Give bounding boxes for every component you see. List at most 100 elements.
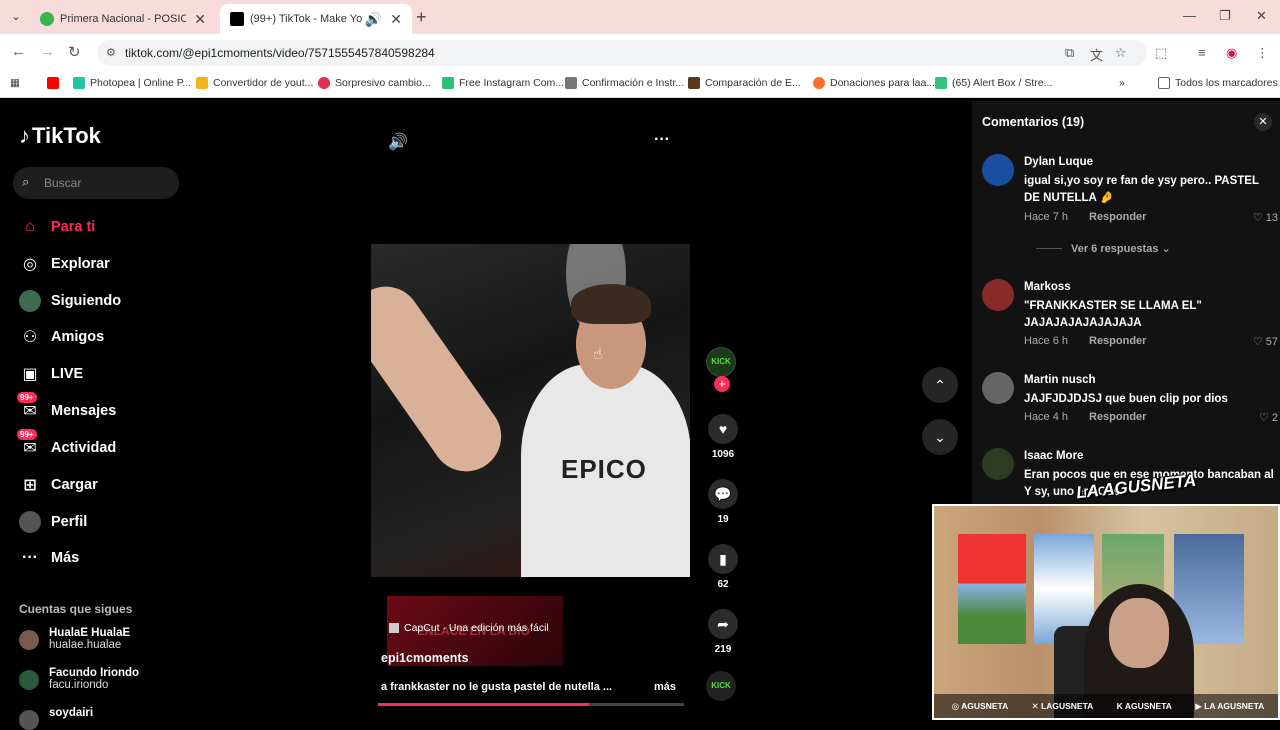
- site-info-icon[interactable]: ⚙: [106, 46, 116, 59]
- apps-grid-icon[interactable]: ▦: [10, 77, 20, 89]
- close-icon[interactable]: ✕: [1254, 113, 1272, 131]
- bookmark-item[interactable]: Sorpresivo cambio...: [318, 77, 431, 89]
- next-video-button[interactable]: ⌄: [922, 419, 958, 455]
- sidebar-item-siguiendo[interactable]: Siguiendo: [19, 289, 121, 313]
- comment-author[interactable]: Dylan Luque: [1024, 156, 1093, 168]
- creator-avatar[interactable]: KICK: [706, 347, 736, 377]
- volume-icon[interactable]: 🔊: [388, 132, 408, 152]
- previous-video-button[interactable]: ⌃: [922, 367, 958, 403]
- save-button[interactable]: ▮ 62: [706, 544, 740, 590]
- tiktok-logo[interactable]: ♪ TikTok: [19, 123, 101, 149]
- bookmark-item[interactable]: (65) Alert Box / Stre...: [935, 77, 1052, 89]
- comment-count: 19: [717, 514, 729, 525]
- save-count: 62: [717, 579, 729, 590]
- comment-like-count: 13: [1265, 212, 1278, 224]
- video-caption: a frankkaster no le gusta pastel de nute…: [381, 681, 613, 693]
- avatar[interactable]: [982, 279, 1014, 311]
- comment-author[interactable]: Isaac More: [1024, 450, 1083, 462]
- media-icon[interactable]: ≡: [1198, 45, 1206, 60]
- browser-tab-active[interactable]: (99+) TikTok - Make Your Da 🔊 ✕: [220, 4, 412, 34]
- sidebar-item-actividad[interactable]: ✉ 99+ Actividad: [17, 429, 116, 460]
- more-bookmarks-icon[interactable]: »: [1119, 77, 1125, 89]
- followed-account[interactable]: HualaE HualaE hualae.hualae: [19, 627, 130, 651]
- sidebar-item-amigos[interactable]: ⚇ Amigos: [19, 325, 104, 349]
- close-tab-icon[interactable]: ✕: [390, 11, 402, 28]
- followed-account[interactable]: soydairi: [19, 707, 93, 730]
- like-button[interactable]: ♥ 1096: [706, 414, 740, 460]
- avatar: [19, 630, 39, 650]
- music-disc-icon[interactable]: KICK: [706, 671, 736, 701]
- reload-icon[interactable]: ↻: [68, 43, 81, 61]
- sidebar-item-explorar[interactable]: ◎ Explorar: [19, 252, 110, 276]
- sidebar-item-cargar[interactable]: ⊞ Cargar: [19, 473, 98, 497]
- avatar[interactable]: [982, 448, 1014, 480]
- sidebar-item-mensajes[interactable]: ✉ 99+ Mensajes: [17, 392, 116, 423]
- sidebar-item-mas[interactable]: ··· Más: [19, 546, 79, 570]
- forward-icon[interactable]: →: [40, 43, 55, 60]
- bookmark-item[interactable]: Free Instagram Com...: [442, 77, 564, 89]
- video-player[interactable]: EPICO ☝: [371, 244, 690, 577]
- bookmark-item[interactable]: Photopea | Online P...: [73, 77, 191, 89]
- maximize-icon[interactable]: ❐: [1219, 8, 1231, 24]
- close-window-icon[interactable]: ✕: [1256, 8, 1267, 24]
- avatar[interactable]: [982, 372, 1014, 404]
- bookmark-label: Convertidor de yout...: [213, 77, 314, 89]
- youtube-bookmark[interactable]: [47, 77, 64, 89]
- followed-account[interactable]: Facundo Iriondo facu.iriondo: [19, 667, 139, 691]
- video-progress-bar[interactable]: [378, 703, 684, 706]
- reply-button[interactable]: Responder: [1089, 411, 1146, 423]
- sidebar-item-para-ti[interactable]: ⌂ Para ti: [19, 215, 95, 239]
- follow-plus-icon[interactable]: +: [714, 376, 730, 392]
- account-handle: hualae.hualae: [49, 639, 122, 651]
- new-tab-icon[interactable]: +: [416, 7, 427, 28]
- speaker-icon[interactable]: 🔊: [365, 11, 382, 28]
- extensions-icon[interactable]: ⬚: [1155, 45, 1167, 61]
- sidebar-item-label: Cargar: [51, 477, 98, 493]
- reply-button[interactable]: Responder: [1089, 211, 1146, 223]
- minimize-icon[interactable]: —: [1183, 8, 1196, 23]
- browser-tab[interactable]: Primera Nacional - POSICIONES ✕: [30, 4, 216, 34]
- reply-button[interactable]: Responder: [1089, 335, 1146, 347]
- comment-like-button[interactable]: ♡ 57: [1253, 335, 1278, 348]
- share-button[interactable]: ➦ 219: [706, 609, 740, 655]
- tab-title: Primera Nacional - POSICIONES: [60, 13, 187, 25]
- comment-author[interactable]: Martin nusch: [1024, 374, 1096, 386]
- comment-like-button[interactable]: ♡ 13: [1253, 211, 1278, 224]
- more-options-icon[interactable]: ···: [654, 131, 670, 149]
- comment-item: Dylan Luque igual si,yo soy re fan de ys…: [982, 154, 1278, 254]
- profile-icon[interactable]: ◉: [1226, 45, 1237, 61]
- bookmark-icon: [73, 77, 85, 89]
- social-handles: ◎ AGUSNETA ✕ LAGUSNETA K AGUSNETA ▶ LA A…: [934, 694, 1278, 718]
- comment-like-button[interactable]: ♡ 2: [1259, 411, 1278, 424]
- install-icon[interactable]: ⧉: [1065, 45, 1074, 61]
- sidebar-item-perfil[interactable]: Perfil: [19, 510, 87, 534]
- instagram-handle: ◎ AGUSNETA: [951, 700, 1009, 711]
- sidebar-item-label: Perfil: [51, 514, 88, 530]
- comment-button[interactable]: 💬 19: [706, 479, 740, 525]
- heart-outline-icon: ♡: [1252, 212, 1263, 224]
- address-bar[interactable]: ⚙ tiktok.com/@epi1cmoments/video/7571555…: [97, 40, 1147, 66]
- bookmark-star-icon[interactable]: ☆: [1115, 45, 1127, 61]
- tab-search-icon[interactable]: ⌄: [8, 9, 24, 25]
- bookmark-item[interactable]: Donaciones para laa...: [813, 77, 935, 89]
- close-tab-icon[interactable]: ✕: [194, 11, 206, 28]
- bookmark-item[interactable]: Convertidor de yout...: [196, 77, 313, 89]
- translate-icon[interactable]: 文: [1090, 45, 1103, 64]
- all-bookmarks[interactable]: Todos los marcadores: [1158, 77, 1278, 89]
- view-replies-button[interactable]: Ver 6 respuestas ⌄: [1036, 242, 1171, 255]
- avatar[interactable]: [982, 154, 1014, 186]
- creator-username[interactable]: epi1cmoments: [381, 651, 469, 665]
- bookmark-icon: [688, 77, 700, 89]
- x-handle: ✕ LAGUSNETA: [1031, 700, 1094, 711]
- search-input[interactable]: ⌕ Buscar: [13, 167, 179, 199]
- bookmark-icon: [935, 77, 947, 89]
- sidebar-item-live[interactable]: ▣ LIVE: [19, 362, 83, 386]
- menu-dots-icon[interactable]: ⋮: [1256, 45, 1269, 61]
- bookmark-item[interactable]: Confirmación e Instr...: [565, 77, 684, 89]
- bookmark-item[interactable]: Comparación de E...: [688, 77, 801, 89]
- more-link[interactable]: más: [654, 681, 676, 693]
- back-icon[interactable]: ←: [11, 43, 26, 60]
- notification-badge: 99+: [17, 392, 37, 403]
- ad-label[interactable]: CapCut · Una edición más fácil: [389, 622, 549, 634]
- comment-author[interactable]: Markoss: [1024, 281, 1071, 293]
